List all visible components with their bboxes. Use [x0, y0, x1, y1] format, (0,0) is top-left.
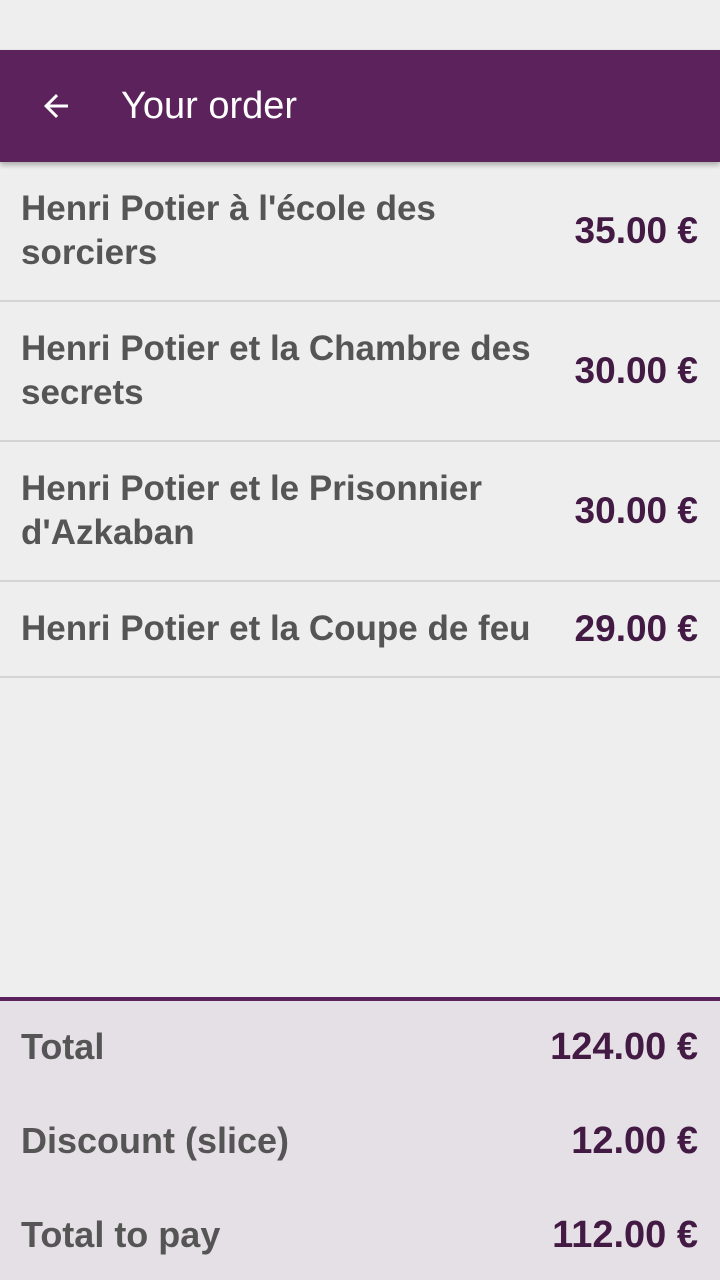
app-bar: Your order: [0, 50, 720, 162]
total-label: Total: [21, 1026, 105, 1067]
total-value: 124.00 €: [550, 1025, 698, 1068]
item-title: Henri Potier à l'école des sorciers: [21, 189, 436, 272]
discount-label: Discount (slice): [21, 1120, 290, 1161]
order-item[interactable]: Henri Potier et le Prisonnier d'Azkaban …: [0, 442, 720, 582]
page-title: Your order: [121, 85, 298, 127]
item-title: Henri Potier et la Chambre des secrets: [21, 329, 531, 412]
total-to-pay-row: Total to pay 112.00 €: [0, 1205, 720, 1265]
discount-value: 12.00 €: [571, 1119, 698, 1162]
order-item[interactable]: Henri Potier à l'école des sorciers 35.0…: [0, 162, 720, 302]
total-to-pay-value: 112.00 €: [552, 1213, 698, 1256]
item-price: 29.00 €: [574, 608, 698, 649]
order-summary: Total 124.00 € Discount (slice) 12.00 € …: [0, 997, 720, 1280]
back-button[interactable]: [24, 82, 88, 130]
discount-row: Discount (slice) 12.00 €: [0, 1111, 720, 1171]
order-item[interactable]: Henri Potier et la Chambre des secrets 3…: [0, 302, 720, 442]
item-price: 30.00 €: [574, 350, 698, 391]
arrow-left-icon: [44, 94, 68, 118]
total-to-pay-label: Total to pay: [21, 1214, 221, 1255]
order-item[interactable]: Henri Potier et la Coupe de feu 29.00 €: [0, 582, 720, 678]
total-row: Total 124.00 €: [0, 1017, 720, 1077]
status-bar: [0, 0, 720, 50]
order-list: Henri Potier à l'école des sorciers 35.0…: [0, 162, 720, 678]
item-price: 30.00 €: [574, 490, 698, 531]
item-title: Henri Potier et la Coupe de feu: [21, 609, 531, 648]
item-price: 35.00 €: [574, 210, 698, 251]
item-title: Henri Potier et le Prisonnier d'Azkaban: [21, 469, 482, 552]
